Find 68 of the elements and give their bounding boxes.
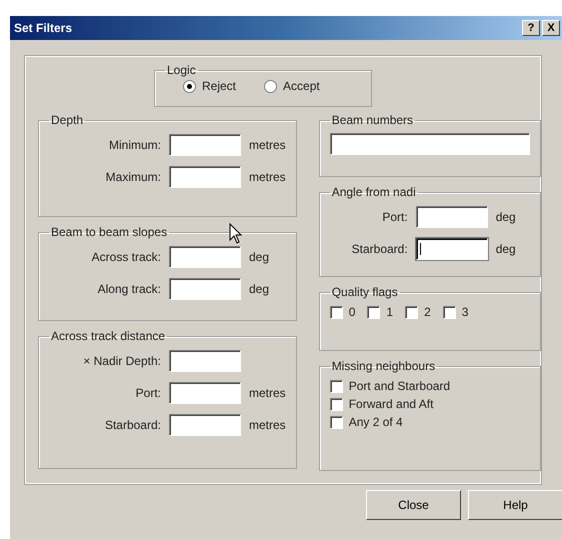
checkbox-option[interactable]: 3 — [442, 305, 468, 319]
mouse-pointer-icon — [229, 223, 243, 245]
radio-label: Accept — [283, 79, 320, 93]
checkbox-option[interactable]: Port and Starboard — [330, 379, 530, 393]
unit-label: deg — [494, 210, 516, 224]
unit-label: metres — [248, 138, 286, 152]
unit-label: deg — [248, 250, 270, 264]
checkbox-label: Forward and Aft — [348, 397, 434, 411]
field-label: Across track: — [90, 250, 162, 264]
input-field[interactable] — [330, 133, 530, 155]
field-label: Minimum: — [108, 138, 162, 152]
unit-label: deg — [248, 282, 270, 296]
input-field[interactable] — [169, 382, 241, 404]
input-field[interactable] — [169, 414, 241, 436]
field-label: Maximum: — [104, 170, 162, 184]
input-field[interactable] — [169, 350, 241, 372]
field-label: Starboard: — [350, 242, 409, 256]
field-label: Starboard: — [104, 418, 162, 432]
group-label: Missing neighbours — [330, 359, 436, 373]
input-field[interactable] — [416, 238, 488, 260]
checkbox-label: 3 — [462, 305, 468, 319]
checkbox[interactable] — [330, 398, 343, 410]
radio-option[interactable]: Reject — [183, 79, 236, 93]
field-label: × Nadir Depth: — [82, 354, 162, 368]
checkbox[interactable] — [405, 306, 418, 318]
checkbox[interactable] — [367, 306, 380, 318]
unit-label: metres — [248, 386, 286, 400]
group-label: Angle from nadi — [330, 185, 417, 199]
radio-button[interactable] — [264, 80, 278, 92]
checkbox-option[interactable]: Forward and Aft — [330, 397, 530, 411]
group-label: Depth — [50, 113, 84, 127]
input-field[interactable] — [169, 246, 241, 268]
group-label: Beam to beam slopes — [50, 225, 168, 239]
input-field[interactable] — [169, 278, 241, 300]
input-field[interactable] — [416, 206, 488, 228]
window-title: Set Filters — [14, 21, 72, 35]
checkbox-label: 0 — [348, 305, 356, 319]
checkbox[interactable] — [330, 380, 343, 392]
checkbox-option[interactable]: 0 — [330, 305, 356, 319]
field-label: Port: — [134, 386, 162, 400]
group-label: Logic — [166, 63, 197, 77]
checkbox-option[interactable]: Any 2 of 4 — [330, 415, 530, 429]
radio-option[interactable]: Accept — [264, 79, 320, 93]
radio-label: Reject — [202, 79, 236, 93]
dialog-button[interactable]: Close — [366, 490, 461, 520]
field-label: Port: — [381, 210, 409, 224]
unit-label: metres — [248, 170, 286, 184]
checkbox[interactable] — [442, 306, 456, 318]
radio-button[interactable] — [183, 80, 196, 92]
checkbox[interactable] — [330, 416, 343, 428]
checkbox-option[interactable]: 2 — [405, 305, 431, 319]
checkbox[interactable] — [330, 306, 343, 318]
unit-label: deg — [494, 242, 516, 256]
group-label: Quality flags — [330, 285, 399, 299]
unit-label: metres — [248, 418, 286, 432]
group-label: Beam numbers — [330, 113, 414, 127]
title-bar-x-button[interactable]: X — [542, 20, 560, 36]
input-field[interactable] — [169, 166, 241, 188]
group-label: Across track distance — [50, 329, 166, 343]
checkbox-label: Port and Starboard — [348, 379, 450, 393]
checkbox-label: 1 — [386, 305, 394, 319]
title-help-button[interactable]: ? — [522, 20, 540, 36]
checkbox-label: Any 2 of 4 — [348, 415, 403, 429]
input-field[interactable] — [169, 134, 241, 156]
dialog-button[interactable]: Help — [468, 490, 562, 520]
checkbox-label: 2 — [424, 305, 431, 319]
field-label: Along track: — [96, 282, 162, 296]
checkbox-option[interactable]: 1 — [367, 305, 394, 319]
